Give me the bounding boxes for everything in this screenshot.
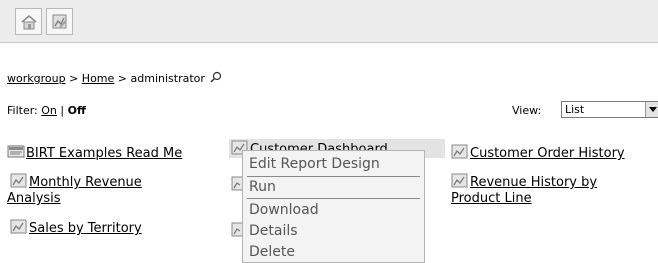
filter-on-link[interactable]: On [41, 104, 57, 117]
breadcrumb-separator: > [114, 72, 131, 85]
breadcrumb-workgroup-link[interactable]: workgroup [7, 72, 66, 85]
menu-item-download[interactable]: Download [249, 202, 319, 218]
report-design-icon [52, 14, 67, 29]
filter-bar: Filter: On | Off [7, 104, 86, 117]
file-item-label: Analysis [7, 191, 61, 206]
file-item-label: Monthly Revenue [29, 175, 142, 190]
view-select-value: List [565, 103, 585, 116]
view-select[interactable]: List [561, 101, 658, 118]
report-icon [451, 144, 468, 159]
file-item-sales-by-territory[interactable]: Sales by Territory [10, 219, 142, 237]
report-icon [451, 173, 468, 188]
breadcrumb-separator: > [65, 72, 82, 85]
menu-item-edit-report-design[interactable]: Edit Report Design [249, 156, 380, 172]
file-item-label: Revenue History by [470, 175, 598, 190]
menu-item-details[interactable]: Details [249, 223, 298, 239]
report-icon [10, 173, 27, 188]
breadcrumb: workgroup > Home > administrator [7, 71, 222, 85]
chevron-down-icon [649, 107, 657, 112]
file-item-customer-order-history[interactable]: Customer Order History [451, 144, 625, 162]
view-label: View: [512, 104, 542, 117]
menu-item-delete[interactable]: Delete [249, 244, 295, 260]
menu-item-run[interactable]: Run [249, 179, 276, 195]
filter-divider: | [56, 104, 68, 117]
document-icon [7, 145, 25, 158]
breadcrumb-current: administrator [130, 72, 205, 85]
view-select-arrow[interactable] [645, 102, 658, 117]
file-item-label: BIRT Examples Read Me [26, 146, 183, 161]
breadcrumb-home-link[interactable]: Home [82, 72, 114, 85]
search-icon[interactable] [210, 71, 222, 83]
menu-separator [247, 176, 420, 177]
home-button[interactable] [15, 8, 42, 35]
menu-separator [247, 198, 420, 199]
file-item-monthly-revenue-analysis[interactable]: Monthly Revenue Analysis [7, 173, 230, 207]
file-item-readme[interactable]: BIRT Examples Read Me [7, 144, 182, 162]
filter-label: Filter: [7, 104, 42, 117]
file-item-label: Sales by Territory [29, 221, 142, 236]
new-report-button[interactable] [46, 8, 73, 35]
report-icon [10, 219, 27, 234]
toolbar [0, 0, 658, 43]
file-item-label: Product Line [451, 191, 532, 206]
file-item-revenue-history[interactable]: Revenue History by Product Line [451, 173, 651, 207]
file-item-label: Customer Order History [470, 146, 625, 161]
context-menu: Edit Report Design Run Download Details … [242, 150, 425, 263]
home-icon [21, 14, 37, 30]
filter-off-label: Off [67, 104, 86, 117]
